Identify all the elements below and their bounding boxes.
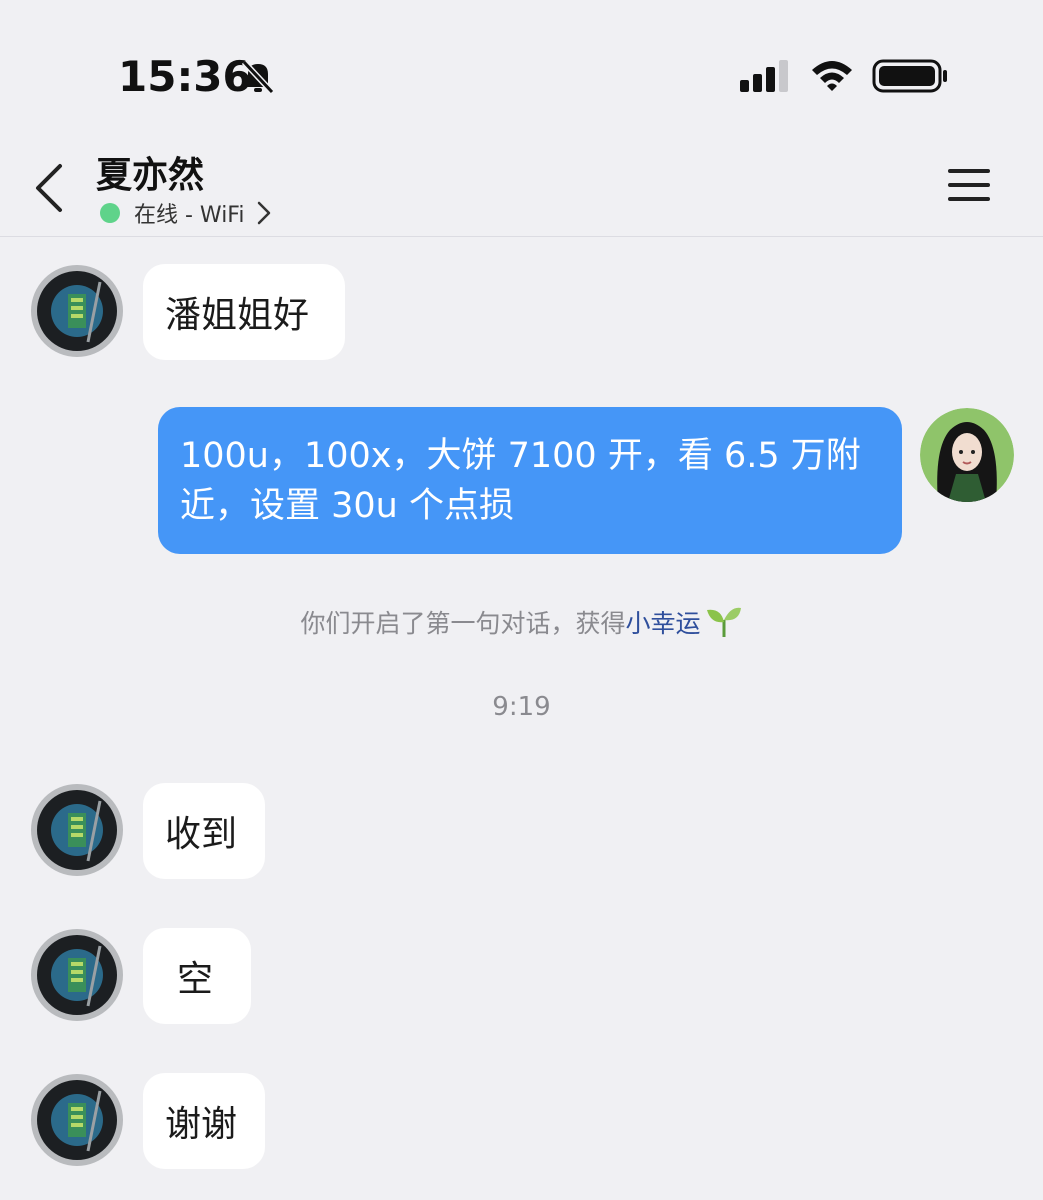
self-avatar[interactable] (920, 408, 1014, 502)
system-note-text: 你们开启了第一句对话，获得 (300, 609, 626, 638)
signal-icon (740, 60, 788, 92)
contact-name[interactable]: 夏亦然 (96, 146, 204, 198)
self-avatar-image (920, 408, 1014, 502)
message-text: 100u，100x，大饼 7100 开，看 6.5 万附近，设置 30u 个点损 (180, 436, 861, 526)
message-text: 谢谢 (165, 1104, 238, 1145)
message-bubble-contact[interactable]: 潘姐姐好 (143, 264, 345, 360)
status-time: 15:36 (118, 52, 252, 101)
menu-icon[interactable] (946, 166, 992, 204)
contact-avatar-image (31, 265, 123, 357)
status-bar: 15:36 (0, 0, 1043, 130)
chevron-right-icon (258, 201, 271, 225)
contact-avatar[interactable] (30, 264, 124, 358)
chat-header: 夏亦然 在线 - WiFi (0, 130, 1043, 237)
presence-status[interactable]: 在线 - WiFi (100, 198, 274, 228)
back-chevron-icon[interactable] (30, 160, 70, 216)
wifi-icon (812, 61, 852, 91)
online-dot (100, 203, 120, 223)
battery-icon (872, 59, 947, 93)
presence-text: 在线 - WiFi (134, 203, 245, 228)
system-note: 你们开启了第一句对话，获得小幸运 (0, 604, 1043, 640)
message-bubble-contact[interactable]: 谢谢 (143, 1073, 265, 1169)
message-text: 潘姐姐好 (165, 295, 310, 336)
contact-avatar[interactable] (30, 1073, 124, 1167)
contact-avatar[interactable] (30, 783, 124, 877)
timestamp: 9:19 (492, 692, 551, 722)
message-text: 空 (177, 959, 214, 1000)
contact-avatar[interactable] (30, 928, 124, 1022)
lucky-link[interactable]: 小幸运 (626, 609, 701, 638)
message-bubble-contact[interactable]: 空 (143, 928, 251, 1024)
message-bubble-self[interactable]: 100u，100x，大饼 7100 开，看 6.5 万附近，设置 30u 个点损 (158, 407, 902, 554)
contact-avatar-image (31, 929, 123, 1021)
contact-avatar-image (31, 1074, 123, 1166)
bell-off-icon (241, 59, 275, 95)
sprout-icon (706, 607, 741, 637)
contact-avatar-image (31, 784, 123, 876)
message-text: 收到 (165, 814, 238, 855)
message-bubble-contact[interactable]: 收到 (143, 783, 265, 879)
